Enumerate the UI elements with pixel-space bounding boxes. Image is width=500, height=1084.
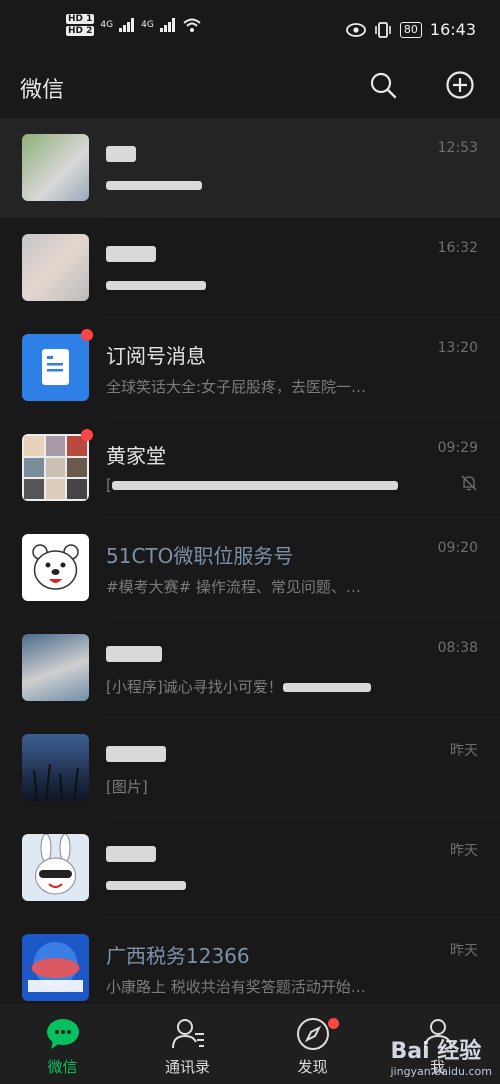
chat-row[interactable]: 51CTO微职位服务号 #模考大赛# 操作流程、常见问题、… 09:20	[0, 518, 500, 618]
contacts-icon	[172, 1019, 204, 1049]
eye-icon	[345, 22, 366, 37]
baidu-watermark: Bai 经验 jingyan.baidu.com	[390, 1033, 492, 1078]
avatar	[22, 934, 89, 1001]
chat-name: 51CTO微职位服务号	[106, 544, 294, 568]
avatar	[22, 834, 89, 901]
chat-time: 13:20	[437, 340, 478, 356]
chat-time: 09:29	[437, 440, 478, 456]
rabbit-mascot-icon	[35, 834, 76, 895]
chat-preview	[106, 876, 426, 894]
hd1-badge: HD 1	[66, 14, 95, 24]
chat-preview: #模考大赛# 操作流程、常见问题、…	[106, 578, 361, 596]
avatar	[22, 234, 89, 301]
chat-list: 12:53 16:32 订阅号消息 全球笑话大全:女子屁股疼，去医院一… 13:…	[0, 118, 500, 1018]
chat-time: 昨天	[450, 843, 478, 859]
network-label-1: 4G	[100, 20, 114, 30]
chat-row[interactable]: 黄家堂 [ 09:29	[0, 418, 500, 518]
chat-row[interactable]: [小程序]诚心寻找小可爱！ 08:38	[0, 618, 500, 718]
signal-bars-icon	[119, 18, 135, 32]
chat-row[interactable]: 16:32	[0, 218, 500, 318]
chat-time: 昨天	[450, 943, 478, 959]
avatar	[22, 634, 89, 701]
app-title: 微信	[20, 78, 65, 103]
chat-row[interactable]: 昨天	[0, 818, 500, 918]
chat-name: 广西税务12366	[106, 944, 250, 968]
bottom-tab-bar: 微信 通讯录 发现 我 Bai 经验 jingyan.baidu.com	[0, 1004, 500, 1084]
avatar	[22, 534, 89, 601]
chat-preview	[106, 176, 426, 194]
chat-preview	[106, 276, 426, 294]
chat-name: 订阅号消息	[106, 344, 206, 368]
chat-preview: [	[106, 476, 426, 494]
plus-circle-icon[interactable]	[445, 70, 475, 100]
grass-photo-icon	[33, 763, 79, 801]
bear-mascot-icon	[32, 544, 79, 590]
mute-bell-icon	[461, 475, 477, 491]
avatar	[22, 134, 89, 201]
tax-logo-icon	[28, 942, 83, 992]
chat-name	[106, 840, 156, 864]
chat-name	[106, 140, 136, 164]
chat-time: 09:20	[437, 540, 478, 556]
chat-row[interactable]: [图片] 昨天	[0, 718, 500, 818]
tab-discover[interactable]: 发现	[250, 1004, 375, 1084]
group-avatar	[22, 434, 89, 501]
compass-icon	[297, 1018, 329, 1050]
hd2-badge: HD 2	[66, 26, 95, 36]
chat-name	[106, 740, 166, 764]
tab-label: 发现	[297, 1058, 328, 1076]
clock: 16:43	[429, 20, 476, 39]
app-bar: 微信	[0, 62, 500, 118]
chat-row[interactable]: 12:53	[0, 118, 500, 218]
battery-indicator: 80	[399, 21, 422, 38]
status-right: 80 16:43	[345, 20, 476, 39]
chat-row[interactable]: 订阅号消息 全球笑话大全:女子屁股疼，去医院一… 13:20	[0, 318, 500, 418]
vibrate-icon	[375, 21, 391, 38]
chat-row[interactable]: 广西税务12366 小康路上 税收共治有奖答题活动开始… 昨天	[0, 918, 500, 1018]
chat-time: 12:53	[437, 140, 478, 156]
unread-dot	[81, 429, 93, 441]
signal-indicators: HD 1 HD 2 4G 4G	[66, 14, 202, 36]
chat-name	[106, 640, 162, 664]
chat-name: 黄家堂	[106, 444, 166, 468]
signal-bars-icon	[159, 18, 175, 32]
chat-preview: [图片]	[106, 778, 148, 796]
tab-label: 微信	[47, 1058, 78, 1076]
chat-time: 08:38	[437, 640, 478, 656]
unread-dot	[81, 329, 93, 341]
chat-preview: 小康路上 税收共治有奖答题活动开始…	[106, 978, 366, 996]
wifi-icon	[183, 18, 201, 32]
tab-contacts[interactable]: 通讯录	[125, 1004, 250, 1084]
watermark-brand: Bai 经验	[390, 1039, 482, 1064]
tab-label: 通讯录	[164, 1058, 210, 1076]
network-label-2: 4G	[141, 20, 154, 30]
tab-chats[interactable]: 微信	[0, 1004, 125, 1084]
chat-bubble-icon	[47, 1019, 79, 1049]
chat-name	[106, 240, 156, 264]
chat-time: 16:32	[437, 240, 478, 256]
chat-preview: [小程序]诚心寻找小可爱！	[106, 676, 426, 697]
avatar	[22, 334, 89, 401]
watermark-url: jingyan.baidu.com	[390, 1065, 492, 1078]
search-icon[interactable]	[368, 70, 398, 100]
status-bar: HD 1 HD 2 4G 4G 80 16:43	[0, 0, 500, 62]
unread-dot	[328, 1018, 339, 1029]
chat-time: 昨天	[450, 743, 478, 759]
avatar	[22, 734, 89, 801]
subscription-icon	[42, 349, 69, 385]
chat-preview: 全球笑话大全:女子屁股疼，去医院一…	[106, 378, 367, 396]
